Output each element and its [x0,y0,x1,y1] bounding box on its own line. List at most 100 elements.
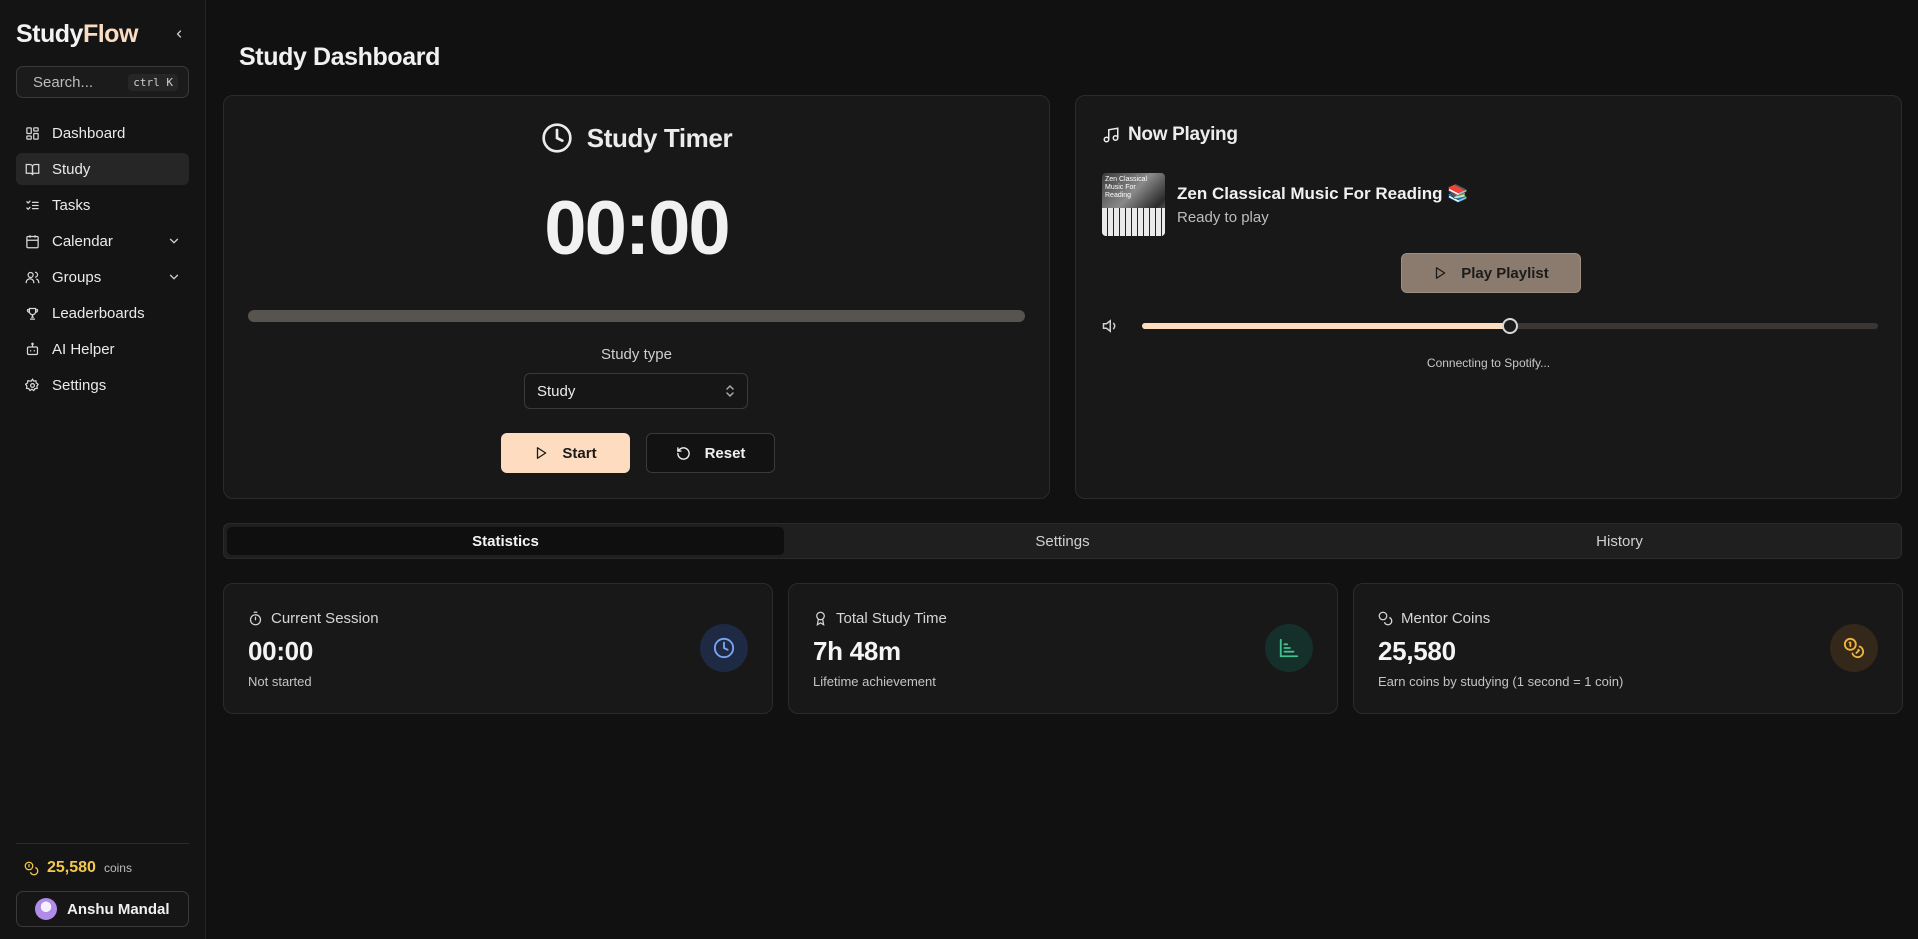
album-art-piano [1102,208,1165,236]
volume-slider-fill [1142,323,1510,329]
chevrons-up-down-icon [725,384,735,398]
play-icon [1436,267,1446,279]
now-playing-title: Now Playing [1128,124,1238,145]
coins-unit: coins [103,861,132,875]
start-button[interactable]: Start [501,433,630,473]
chart-icon [1279,638,1299,658]
stopwatch-icon [249,611,262,626]
current-session-card: Current Session 00:00 Not started [223,583,773,714]
stat-value: 25,580 [1378,636,1456,666]
coins-icon [24,861,39,875]
search-shortcut-badge: ctrl K [128,73,178,91]
coins-icon [1378,611,1393,626]
book-icon [24,161,40,177]
sidebar-item-study[interactable]: Study [16,153,189,185]
brand-name-main: Study [16,19,83,48]
search-placeholder: Search... [33,73,94,91]
sidebar-item-label: Study [52,160,91,178]
sidebar-nav: Dashboard Study Tasks Calendar Groups Le… [16,117,189,401]
reset-button[interactable]: Reset [646,433,775,473]
sidebar-item-label: AI Helper [52,340,115,358]
play-icon [537,447,547,459]
search-input[interactable]: Search... ctrl K [16,66,189,98]
users-icon [24,269,40,285]
stat-value: 7h 48m [813,636,901,666]
study-type-label: Study type [601,346,672,363]
stat-label: Current Session [248,610,379,627]
dashboard-tabs: Statistics Settings History [223,523,1902,559]
user-profile-button[interactable]: Anshu Mandal [16,891,189,927]
clock-icon [713,637,735,659]
sidebar-item-tasks[interactable]: Tasks [16,189,189,221]
chevron-left-icon [176,30,182,38]
award-icon [816,611,825,626]
coins-count: 25,580 [47,859,96,876]
clock-badge [700,624,748,672]
spotify-status: Connecting to Spotify... [1426,356,1551,370]
collapse-sidebar-button[interactable] [169,24,189,44]
now-playing-header: Now Playing [1102,124,1238,146]
stat-label-text: Current Session [271,610,379,627]
study-type-select[interactable]: Study [524,373,748,409]
stat-label-text: Mentor Coins [1401,610,1491,627]
gear-icon [24,377,40,393]
tab-settings[interactable]: Settings [784,527,1341,555]
brand-header: StudyFlow [16,0,189,66]
start-label: Start [562,444,597,462]
chart-badge [1265,624,1313,672]
tab-statistics[interactable]: Statistics [227,527,784,555]
clock-icon [542,123,572,153]
total-study-time-card: Total Study Time 7h 48m Lifetime achieve… [788,583,1338,714]
stat-label-text: Total Study Time [836,610,947,627]
album-art: Zen Classical Music For Reading [1102,173,1165,236]
reset-icon [676,446,690,460]
volume-icon[interactable] [1102,317,1120,335]
sidebar-item-settings[interactable]: Settings [16,369,189,401]
sidebar-item-label: Tasks [52,196,91,214]
tab-history[interactable]: History [1341,527,1898,555]
avatar [35,898,57,920]
stat-label: Mentor Coins [1378,610,1490,627]
coins-balance: 25,580 coins [16,857,189,879]
sidebar-item-groups[interactable]: Groups [16,261,189,293]
volume-slider-thumb[interactable] [1502,318,1518,334]
stat-subtext: Not started [248,674,312,689]
sidebar-item-ai-helper[interactable]: AI Helper [16,333,189,365]
stat-subtext: Earn coins by studying (1 second = 1 coi… [1378,674,1624,689]
sidebar-item-label: Settings [52,376,107,394]
sidebar: StudyFlow Search... ctrl K Dashboard Stu… [0,0,206,939]
app-logo[interactable]: StudyFlow [16,20,138,49]
stat-value: 00:00 [248,636,313,666]
now-playing-card: Now Playing Zen Classical Music For Read… [1075,95,1902,499]
dashboard-icon [24,125,40,141]
brand-name-accent: Flow [82,19,138,48]
coins-icon [1843,637,1864,659]
album-art-text: Zen Classical Music For Reading [1105,176,1148,199]
study-timer-card: Study Timer 00:00 Study type Study Start… [223,95,1050,499]
chevron-down-icon [169,274,179,280]
music-note-icon [1103,127,1119,143]
sidebar-item-leaderboards[interactable]: Leaderboards [16,297,189,329]
sidebar-item-label: Leaderboards [52,304,145,322]
play-playlist-button[interactable]: Play Playlist [1401,253,1581,293]
tasks-icon [24,197,40,213]
chevron-down-icon [169,238,179,244]
main-content: Study Dashboard Study Timer 00:00 Study … [206,0,1918,939]
track-status: Ready to play [1177,209,1269,226]
track-title: Zen Classical Music For Reading 📚 [1177,184,1469,203]
timer-title: Study Timer [586,122,733,153]
divider [16,843,189,844]
sidebar-item-label: Dashboard [52,124,126,142]
sidebar-item-label: Groups [52,268,102,286]
sidebar-item-dashboard[interactable]: Dashboard [16,117,189,149]
stat-label: Total Study Time [813,610,947,627]
calendar-icon [24,233,40,249]
sidebar-footer: 25,580 coins Anshu Mandal [16,843,189,927]
volume-slider[interactable] [1142,318,1878,334]
timer-header: Study Timer [224,122,1049,154]
sidebar-item-calendar[interactable]: Calendar [16,225,189,257]
trophy-icon [24,305,40,321]
coins-badge [1830,624,1878,672]
study-type-value: Study [537,382,576,400]
stat-subtext: Lifetime achievement [813,674,936,689]
